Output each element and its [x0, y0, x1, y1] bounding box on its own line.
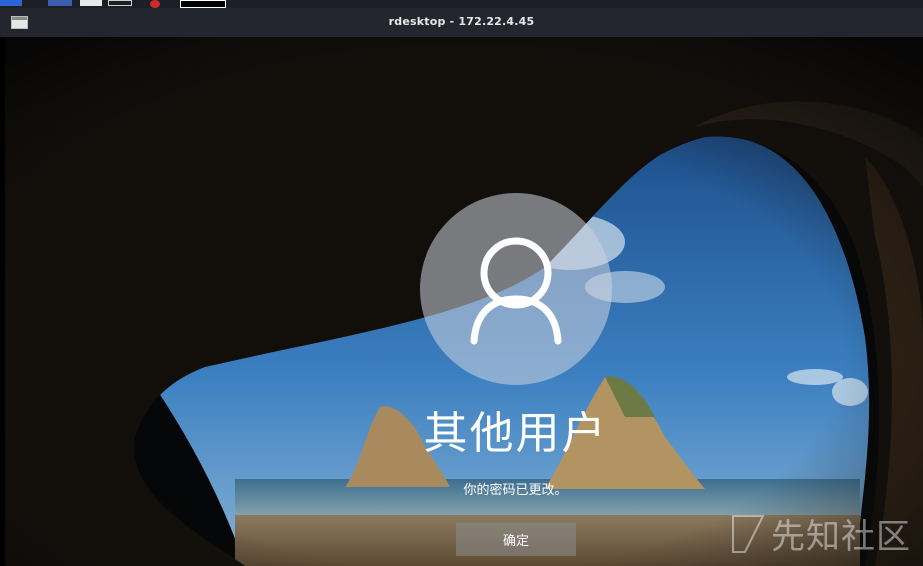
terminal-icon[interactable]	[108, 0, 132, 6]
active-window-icon[interactable]	[180, 0, 226, 8]
host-taskbar	[0, 0, 923, 8]
watermark: 先知社区	[731, 509, 911, 558]
start-icon[interactable]	[0, 0, 22, 6]
record-icon[interactable]	[150, 0, 160, 8]
user-icon	[470, 237, 562, 345]
watermark-text: 先知社区	[771, 517, 911, 557]
remote-desktop[interactable]: 其他用户 你的密码已更改。 确定 先知社区	[5, 37, 923, 566]
window-titlebar[interactable]: rdesktop - 172.22.4.45	[0, 8, 923, 37]
ok-button[interactable]: 确定	[456, 523, 576, 556]
window-title: rdesktop - 172.22.4.45	[388, 15, 535, 28]
document-icon[interactable]	[80, 0, 102, 6]
user-name: 其他用户	[423, 408, 608, 459]
status-message: 你的密码已更改。	[463, 483, 568, 498]
user-avatar	[420, 193, 612, 385]
app-icon[interactable]	[48, 0, 72, 6]
watermark-logo-icon	[732, 514, 765, 553]
